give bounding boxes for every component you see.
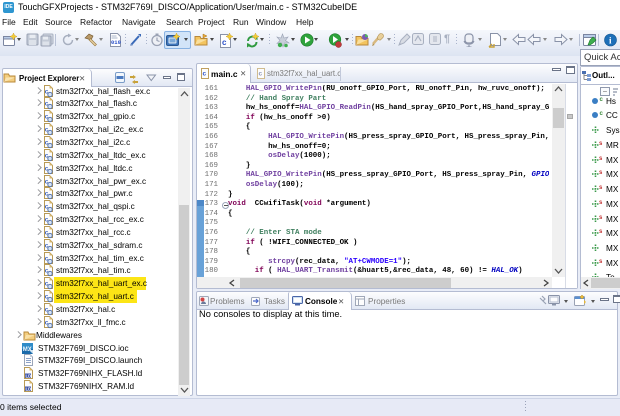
svg-text:s: s [599,200,603,206]
svg-text:LD: LD [26,373,32,378]
svg-text:s: s [599,259,603,265]
svg-text:s: s [599,141,603,147]
svg-text:MX: MX [23,346,32,352]
svg-text:c: c [259,71,263,78]
svg-text:c: c [203,71,207,78]
svg-text:LD: LD [26,386,32,391]
svg-text:s: s [599,215,603,221]
svg-text:c: c [600,97,604,103]
svg-text:c: c [222,38,227,47]
svg-text:010: 010 [111,39,121,46]
svg-text:s: s [599,170,603,176]
svg-text:c: c [600,111,604,117]
svg-text:s: s [599,156,603,162]
svg-text:s: s [599,185,603,191]
svg-text:s: s [599,229,603,235]
